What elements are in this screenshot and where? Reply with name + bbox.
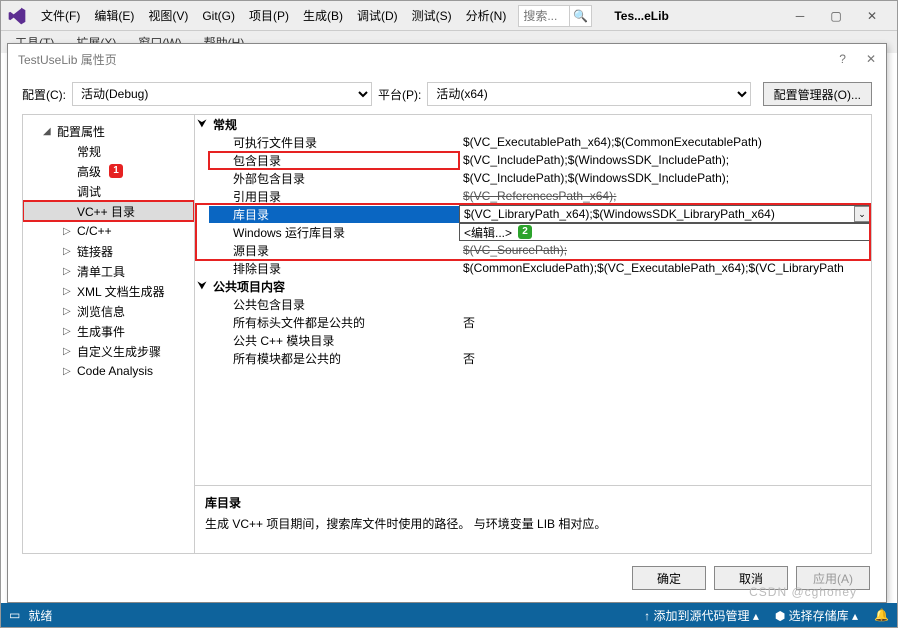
tree-item-browse[interactable]: ▷浏览信息 bbox=[23, 301, 194, 321]
grid-row-includedir[interactable]: 包含目录$(VC_IncludePath);$(WindowsSDK_Inclu… bbox=[195, 151, 871, 169]
ok-button[interactable]: 确定 bbox=[632, 566, 706, 590]
menu-build[interactable]: 生成(B) bbox=[297, 3, 349, 28]
tree-item-debug[interactable]: 调试 bbox=[23, 181, 194, 201]
maximize-button[interactable]: ▢ bbox=[829, 9, 843, 23]
config-row: 配置(C): 活动(Debug) 平台(P): 活动(x64) 配置管理器(O)… bbox=[8, 74, 886, 114]
description-text: 生成 VC++ 项目期间，搜索库文件时使用的路径。 与环境变量 LIB 相对应。 bbox=[205, 515, 861, 532]
expand-icon: ▷ bbox=[63, 326, 73, 337]
platform-label: 平台(P): bbox=[378, 86, 421, 103]
tree-root[interactable]: ◢配置属性 bbox=[23, 121, 194, 141]
grid-group-public[interactable]: ⮟公共项目内容 bbox=[195, 277, 871, 295]
tree-item-cpp[interactable]: ▷C/C++ bbox=[23, 221, 194, 241]
close-button[interactable]: ✕ bbox=[865, 9, 879, 23]
status-add-src[interactable]: ↑ 添加到源代码管理 ▴ bbox=[644, 607, 759, 624]
dialog-title: TestUseLib 属性页 bbox=[18, 51, 117, 68]
vs-logo-icon bbox=[7, 6, 27, 26]
config-select[interactable]: 活动(Debug) bbox=[72, 82, 372, 106]
property-page-dialog: TestUseLib 属性页 ? ✕ 配置(C): 活动(Debug) 平台(P… bbox=[7, 43, 887, 603]
tree-item-linker[interactable]: ▷链接器 bbox=[23, 241, 194, 261]
grid-row-pubmod[interactable]: 公共 C++ 模块目录 bbox=[195, 331, 871, 349]
tree-item-manifest[interactable]: ▷清单工具 bbox=[23, 261, 194, 281]
status-ready: 就绪 bbox=[28, 607, 52, 624]
main-menubar: 文件(F) 编辑(E) 视图(V) Git(G) 项目(P) 生成(B) 调试(… bbox=[1, 1, 897, 31]
grid-group-general[interactable]: ⮟常规 bbox=[195, 115, 871, 133]
grid-row-refdir[interactable]: 引用目录$(VC_ReferencesPath_x64); bbox=[195, 187, 871, 205]
tree-item-buildevt[interactable]: ▷生成事件 bbox=[23, 321, 194, 341]
expand-icon: ▷ bbox=[63, 266, 73, 277]
expand-icon: ▷ bbox=[63, 286, 73, 297]
menu-search: 🔍 bbox=[518, 5, 592, 27]
platform-select[interactable]: 活动(x64) bbox=[427, 82, 750, 106]
status-notification-icon[interactable]: 🔔 bbox=[874, 608, 889, 622]
expand-icon: ▷ bbox=[63, 246, 73, 257]
status-select-repo[interactable]: ⬢ 选择存储库 ▴ bbox=[775, 607, 858, 624]
property-grid: ⮟常规 可执行文件目录$(VC_ExecutablePath_x64);$(Co… bbox=[195, 115, 871, 553]
tree-item-advanced[interactable]: 高级1 bbox=[23, 161, 194, 181]
menu-debug[interactable]: 调试(D) bbox=[351, 3, 404, 28]
collapse-icon: ◢ bbox=[43, 126, 53, 137]
tree-item-general[interactable]: 常规 bbox=[23, 141, 194, 161]
dialog-titlebar: TestUseLib 属性页 ? ✕ bbox=[8, 44, 886, 74]
search-icon: 🔍 bbox=[573, 9, 588, 23]
dropdown-button[interactable]: ⌄ bbox=[854, 206, 870, 222]
grid-row-winrt[interactable]: Windows 运行库目录<编辑...>2 bbox=[195, 223, 871, 241]
collapse-icon: ⮟ bbox=[195, 281, 209, 292]
menu-project[interactable]: 项目(P) bbox=[243, 3, 295, 28]
status-output-icon[interactable]: ▭ bbox=[9, 608, 20, 622]
search-button[interactable]: 🔍 bbox=[570, 5, 592, 27]
config-label: 配置(C): bbox=[22, 86, 66, 103]
tree-item-custom[interactable]: ▷自定义生成步骤 bbox=[23, 341, 194, 361]
expand-icon: ▷ bbox=[63, 366, 73, 377]
grid-row-excldir[interactable]: 排除目录$(CommonExcludePath);$(VC_Executable… bbox=[195, 259, 871, 277]
collapse-icon: ⮟ bbox=[195, 119, 209, 130]
menu-test[interactable]: 测试(S) bbox=[406, 3, 458, 28]
grid-row-extinclude[interactable]: 外部包含目录$(VC_IncludePath);$(WindowsSDK_Inc… bbox=[195, 169, 871, 187]
status-bar: ▭ 就绪 ↑ 添加到源代码管理 ▴ ⬢ 选择存储库 ▴ 🔔 bbox=[1, 603, 897, 627]
grid-row-srcdir[interactable]: 源目录$(VC_SourcePath); bbox=[195, 241, 871, 259]
watermark: CSDN @cghoney bbox=[749, 585, 857, 599]
grid-row-allhdr[interactable]: 所有标头文件都是公共的否 bbox=[195, 313, 871, 331]
expand-icon: ▷ bbox=[63, 226, 73, 237]
tree-item-codeanalysis[interactable]: ▷Code Analysis bbox=[23, 361, 194, 381]
callout-1: 1 bbox=[109, 164, 123, 178]
tree-item-xmldoc[interactable]: ▷XML 文档生成器 bbox=[23, 281, 194, 301]
description-pane: 库目录 生成 VC++ 项目期间，搜索库文件时使用的路径。 与环境变量 LIB … bbox=[195, 485, 871, 553]
grid-row-execdir[interactable]: 可执行文件目录$(VC_ExecutablePath_x64);$(Common… bbox=[195, 133, 871, 151]
config-manager-button[interactable]: 配置管理器(O)... bbox=[763, 82, 872, 106]
category-tree[interactable]: ◢配置属性 常规 高级1 调试 VC++ 目录 ▷C/C++ ▷链接器 ▷清单工… bbox=[23, 115, 195, 553]
menu-git[interactable]: Git(G) bbox=[196, 5, 241, 27]
help-icon[interactable]: ? bbox=[839, 52, 846, 66]
window-title: Tes...eLib bbox=[614, 9, 668, 23]
tree-item-vcdirs[interactable]: VC++ 目录 bbox=[23, 201, 194, 221]
menu-analyze[interactable]: 分析(N) bbox=[460, 3, 513, 28]
dialog-close-icon[interactable]: ✕ bbox=[866, 52, 876, 66]
minimize-button[interactable]: ─ bbox=[793, 9, 807, 23]
expand-icon: ▷ bbox=[63, 346, 73, 357]
menu-edit[interactable]: 编辑(E) bbox=[88, 3, 140, 28]
menu-file[interactable]: 文件(F) bbox=[35, 3, 86, 28]
menu-view[interactable]: 视图(V) bbox=[142, 3, 194, 28]
grid-row-libdir[interactable]: 库目录$(VC_LibraryPath_x64);$(WindowsSDK_Li… bbox=[195, 205, 871, 223]
grid-row-allmod[interactable]: 所有模块都是公共的否 bbox=[195, 349, 871, 367]
callout-2: 2 bbox=[518, 225, 532, 239]
expand-icon: ▷ bbox=[63, 306, 73, 317]
search-input[interactable] bbox=[518, 5, 570, 27]
description-title: 库目录 bbox=[205, 494, 861, 511]
grid-row-pubinc[interactable]: 公共包含目录 bbox=[195, 295, 871, 313]
